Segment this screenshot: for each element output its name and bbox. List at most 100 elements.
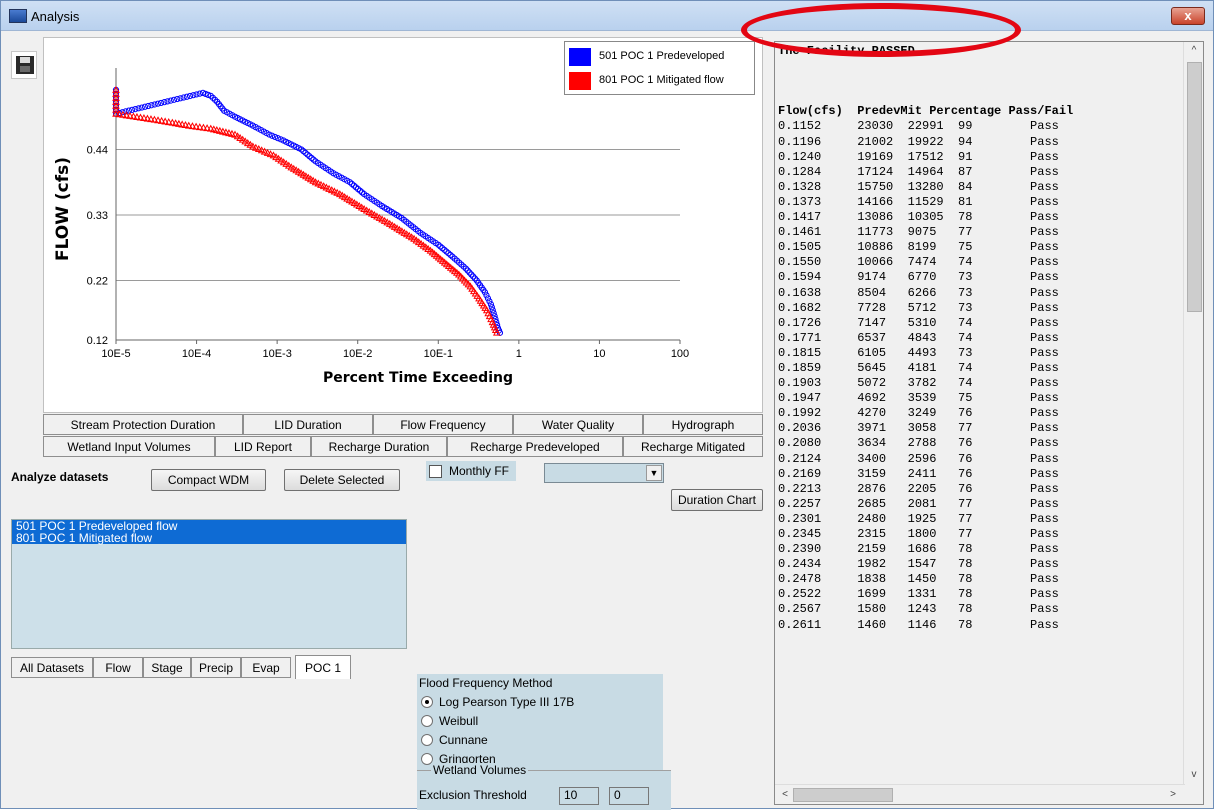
analysis-tabs-row1: Stream Protection Duration LID Duration … xyxy=(43,414,763,435)
duration-chart-button[interactable]: Duration Chart xyxy=(671,489,763,511)
tab-precip[interactable]: Precip xyxy=(191,657,241,678)
horizontal-scrollbar[interactable]: < > xyxy=(775,784,1185,804)
y-tick-label: 0.22 xyxy=(87,275,108,287)
period-dropdown[interactable]: ▼ xyxy=(544,463,664,483)
tab-stage[interactable]: Stage xyxy=(143,657,191,678)
table-row: 0.1417 13086 10305 78 Pass xyxy=(778,210,1059,225)
y-tick-label: 0.33 xyxy=(87,210,108,222)
results-text: The Facility PASSED Flow(cfs) PredevMit … xyxy=(778,44,1183,780)
tab-stream-protection-duration[interactable]: Stream Protection Duration xyxy=(43,414,243,435)
table-row: 0.2522 1699 1331 78 Pass xyxy=(778,587,1059,602)
radio-selected-icon[interactable] xyxy=(421,696,433,708)
vertical-scrollbar[interactable]: ^ v xyxy=(1183,42,1203,784)
radio-label: Log Pearson Type III 17B xyxy=(439,695,575,709)
chevron-down-icon[interactable]: ▼ xyxy=(646,465,662,481)
analysis-window: Analysis x 0.12 0.22 0.33 0.44 10E-5 10E-4 10E… xyxy=(0,0,1214,810)
table-row: 0.2213 2876 2205 76 Pass xyxy=(778,481,1059,496)
analysis-tabs-row2: Wetland Input Volumes LID Report Recharg… xyxy=(43,436,763,457)
tab-flow[interactable]: Flow xyxy=(93,657,143,678)
exclusion-threshold-input[interactable]: 10 xyxy=(559,787,599,805)
table-row: 0.1284 17124 14964 87 Pass xyxy=(778,164,1059,179)
compact-wdm-button[interactable]: Compact WDM xyxy=(151,469,266,491)
list-item[interactable]: 801 POC 1 Mitigated flow xyxy=(12,532,406,544)
results-header: Flow(cfs) PredevMit Percentage Pass/Fail xyxy=(778,104,1074,119)
scroll-right-icon[interactable]: > xyxy=(1163,786,1183,804)
tab-hydrograph[interactable]: Hydrograph xyxy=(643,414,763,435)
window-title: Analysis xyxy=(31,9,80,24)
tab-water-quality[interactable]: Water Quality xyxy=(513,414,643,435)
scroll-thumb[interactable] xyxy=(793,788,893,802)
series-1 xyxy=(112,85,501,336)
legend-label-predeveloped: 501 POC 1 Predeveloped xyxy=(599,50,725,62)
tab-lid-duration[interactable]: LID Duration xyxy=(243,414,373,435)
table-row: 0.1682 7728 5712 73 Pass xyxy=(778,300,1059,315)
tab-recharge-duration[interactable]: Recharge Duration xyxy=(311,436,447,457)
table-row: 0.1461 11773 9075 77 Pass xyxy=(778,225,1059,240)
tab-lid-report[interactable]: LID Report xyxy=(215,436,311,457)
table-row: 0.2257 2685 2081 77 Pass xyxy=(778,496,1059,511)
radio-label: Weibull xyxy=(439,714,479,728)
x-tick-label: 10E-3 xyxy=(262,348,291,360)
table-row: 0.1505 10886 8199 75 Pass xyxy=(778,240,1059,255)
tab-wetland-input-volumes[interactable]: Wetland Input Volumes xyxy=(43,436,215,457)
monthly-ff-checkbox[interactable]: Monthly FF xyxy=(426,461,516,481)
table-row: 0.2567 1580 1243 78 Pass xyxy=(778,602,1059,617)
y-axis-label: FLOW (cfs) xyxy=(53,157,73,261)
radio-cunnane[interactable]: Cunnane xyxy=(421,732,488,748)
table-row: 0.2124 3400 2596 76 Pass xyxy=(778,451,1059,466)
title-bar: Analysis x xyxy=(1,1,1213,31)
exclusion-threshold-label: Exclusion Threshold xyxy=(419,788,527,802)
close-button[interactable]: x xyxy=(1171,7,1205,25)
scroll-left-icon[interactable]: < xyxy=(775,786,795,804)
table-row: 0.1594 9174 6770 73 Pass xyxy=(778,270,1059,285)
results-text-panel[interactable]: The Facility PASSED Flow(cfs) PredevMit … xyxy=(774,41,1204,805)
radio-log-pearson[interactable]: Log Pearson Type III 17B xyxy=(421,694,574,710)
scroll-thumb[interactable] xyxy=(1187,62,1202,312)
x-tick-label: 10 xyxy=(593,348,605,360)
tab-evap[interactable]: Evap xyxy=(241,657,291,678)
floppy-shutter-icon xyxy=(20,66,30,72)
table-row: 0.1638 8504 6266 73 Pass xyxy=(778,285,1059,300)
table-row: 0.1240 19169 17512 91 Pass xyxy=(778,149,1059,164)
table-row: 0.1859 5645 4181 74 Pass xyxy=(778,360,1059,375)
table-row: 0.1903 5072 3782 74 Pass xyxy=(778,376,1059,391)
monthly-ff-label: Monthly FF xyxy=(449,464,510,478)
tab-flow-frequency[interactable]: Flow Frequency xyxy=(373,414,513,435)
tab-all-datasets[interactable]: All Datasets xyxy=(11,657,93,678)
tab-recharge-predeveloped[interactable]: Recharge Predeveloped xyxy=(447,436,623,457)
y-tick-label: 0.12 xyxy=(87,335,108,347)
legend-item-mitigated: 801 POC 1 Mitigated flow xyxy=(569,70,752,92)
table-row: 0.2611 1460 1146 78 Pass xyxy=(778,617,1059,632)
checkbox-box[interactable] xyxy=(429,464,442,478)
table-row: 0.2345 2315 1800 77 Pass xyxy=(778,527,1059,541)
radio-icon[interactable] xyxy=(421,734,433,746)
chart-legend: 501 POC 1 Predeveloped 801 POC 1 Mitigat… xyxy=(564,41,755,95)
table-row: 0.2434 1982 1547 78 Pass xyxy=(778,557,1059,572)
datasets-list[interactable]: 501 POC 1 Predeveloped flow 801 POC 1 Mi… xyxy=(11,519,407,649)
radio-weibull[interactable]: Weibull xyxy=(421,713,478,729)
save-button[interactable] xyxy=(11,51,37,79)
dataset-tabs: All Datasets Flow Stage Precip Evap POC … xyxy=(11,655,351,679)
x-tick-label: 1 xyxy=(516,348,522,360)
legend-swatch-red xyxy=(569,72,591,90)
table-row: 0.1373 14166 11529 81 Pass xyxy=(778,194,1059,209)
legend-label-mitigated: 801 POC 1 Mitigated flow xyxy=(599,74,724,86)
table-row: 0.2478 1838 1450 78 Pass xyxy=(778,572,1059,587)
tab-recharge-mitigated[interactable]: Recharge Mitigated xyxy=(623,436,763,457)
y-tick-label: 0.44 xyxy=(87,144,108,156)
x-tick-label: 10E-4 xyxy=(182,348,211,360)
scroll-down-icon[interactable]: v xyxy=(1184,766,1204,784)
radio-icon[interactable] xyxy=(421,715,433,727)
scroll-up-icon[interactable]: ^ xyxy=(1184,42,1204,60)
exclusion-threshold-input-2[interactable]: 0 xyxy=(609,787,649,805)
table-row: 0.1196 21002 19922 94 Pass xyxy=(778,134,1059,149)
radio-label: Cunnane xyxy=(439,733,488,747)
wetland-volumes-legend: Wetland Volumes xyxy=(431,763,529,777)
delete-selected-button[interactable]: Delete Selected xyxy=(284,469,400,491)
tab-poc-1[interactable]: POC 1 xyxy=(295,655,351,679)
duration-chart: 0.12 0.22 0.33 0.44 10E-5 10E-4 10E-3 10E-2 10E-… xyxy=(43,37,763,413)
table-row: 0.2301 2480 1925 77 Pass xyxy=(778,511,1059,526)
table-row: 0.1771 6537 4843 74 Pass xyxy=(778,330,1059,345)
